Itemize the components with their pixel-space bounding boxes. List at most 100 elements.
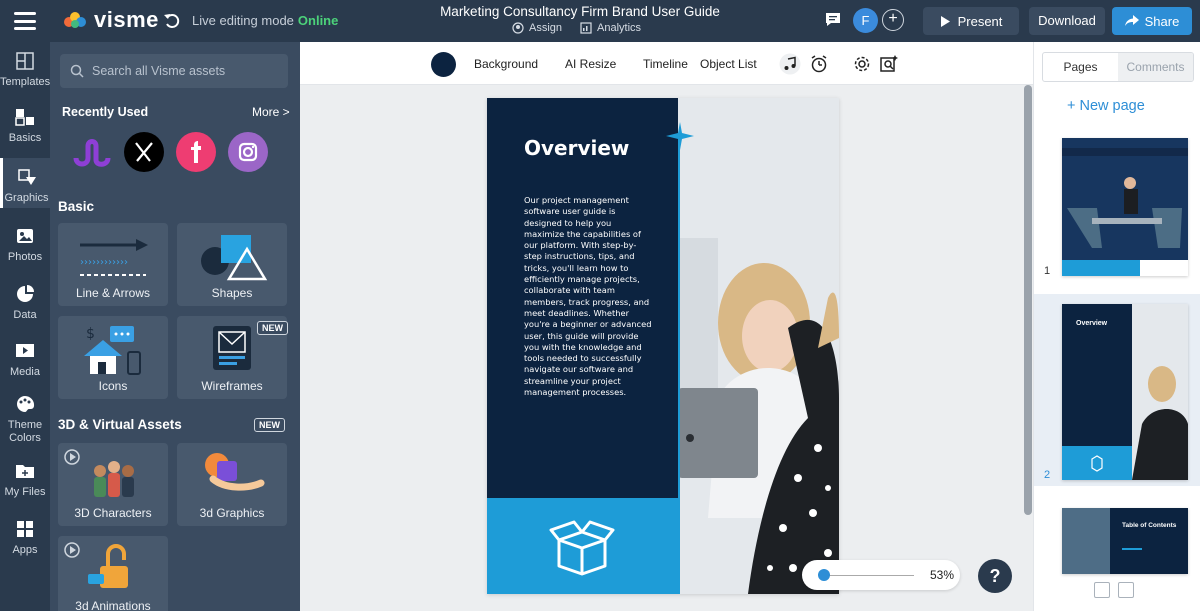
- undo-icon[interactable]: [162, 10, 182, 30]
- zoom-slider-handle[interactable]: [818, 569, 830, 581]
- line-arrows-icon: ››››››››››››: [80, 239, 148, 276]
- share-label: Share: [1144, 13, 1180, 29]
- nav-apps[interactable]: Apps: [0, 520, 50, 560]
- nav-media[interactable]: Media: [0, 342, 50, 382]
- assign-button[interactable]: Assign: [512, 22, 562, 34]
- 3d-animations-tile[interactable]: 3d Animations: [58, 536, 168, 611]
- svg-text:$: $: [86, 326, 95, 342]
- tab-pages[interactable]: Pages: [1043, 53, 1118, 81]
- new-page-button[interactable]: + New page: [1067, 98, 1145, 114]
- nav-basics[interactable]: Basics: [0, 108, 50, 148]
- menu-icon[interactable]: [14, 12, 36, 30]
- user-avatar[interactable]: F: [853, 8, 878, 33]
- background-button[interactable]: Background: [474, 57, 538, 71]
- virtual-assets-title: 3D & Virtual Assets: [58, 417, 182, 432]
- add-collaborator-button[interactable]: +: [882, 9, 904, 31]
- page-thumbnail-1[interactable]: [1062, 138, 1188, 276]
- live-mode-label: Live editing mode: [192, 13, 294, 28]
- nav-templates[interactable]: Templates: [0, 52, 50, 90]
- recent-x-icon[interactable]: [124, 132, 164, 172]
- nav-my-files[interactable]: My Files: [0, 462, 50, 502]
- nav-data[interactable]: Data: [0, 285, 50, 325]
- nav-theme-colors[interactable]: Theme Colors: [0, 395, 50, 445]
- icons-label: Icons: [98, 379, 128, 393]
- present-button[interactable]: Present: [923, 7, 1019, 35]
- list-view-icon[interactable]: [1118, 582, 1134, 598]
- my-files-icon: [16, 465, 34, 478]
- analytics-button[interactable]: Analytics: [580, 22, 641, 34]
- tab-comments[interactable]: Comments: [1118, 53, 1193, 81]
- thumbnail-2-title: Overview: [1076, 320, 1108, 327]
- apps-icon: [17, 521, 33, 537]
- help-button[interactable]: ?: [978, 559, 1012, 593]
- search-input[interactable]: Search all Visme assets: [60, 54, 288, 88]
- nav-photos[interactable]: Photos: [0, 227, 50, 267]
- nav-media-label: Media: [10, 366, 40, 378]
- ai-resize-button[interactable]: AI Resize: [565, 57, 616, 71]
- visme-logo[interactable]: visme: [62, 7, 159, 33]
- nav-data-label: Data: [13, 309, 37, 321]
- search-placeholder: Search all Visme assets: [92, 64, 226, 78]
- 3d-graphics-tile[interactable]: 3d Graphics: [177, 443, 287, 526]
- wireframes-tile[interactable]: NEW Wireframes: [177, 316, 288, 399]
- 3d-characters-icon: [64, 449, 134, 497]
- assets-panel: Search all Visme assets Recently Used Mo…: [50, 42, 300, 611]
- pages-panel: Pages Comments + New page 1 Overview 2 T…: [1033, 42, 1200, 611]
- recent-stumbleupon-icon[interactable]: [72, 132, 112, 172]
- zoom-control: 53%: [802, 560, 960, 590]
- nav-basics-label: Basics: [8, 132, 42, 144]
- recent-facebook-icon[interactable]: [176, 132, 216, 172]
- page-thumbnail-3[interactable]: Table of Contents: [1062, 508, 1188, 574]
- line-arrows-label: Line & Arrows: [75, 286, 151, 300]
- assign-icon: [512, 22, 524, 34]
- chat-icon[interactable]: [825, 12, 841, 27]
- shapes-label: Shapes: [211, 286, 253, 300]
- download-button[interactable]: Download: [1029, 7, 1105, 35]
- more-link[interactable]: More >: [252, 105, 290, 119]
- page-body-text[interactable]: Our project management software user gui…: [524, 195, 652, 398]
- recent-instagram-icon[interactable]: [228, 132, 268, 172]
- recently-used-title: Recently Used: [62, 105, 149, 119]
- templates-icon: [16, 52, 34, 70]
- document-actions: Assign Analytics: [512, 22, 641, 34]
- page-heading[interactable]: Overview: [524, 136, 629, 160]
- icons-preview-icon: $: [84, 326, 141, 375]
- music-icon[interactable]: [779, 53, 801, 75]
- 3d-animations-icon: [64, 542, 128, 588]
- nav-apps-label: Apps: [12, 544, 38, 556]
- office-photo[interactable]: [678, 98, 839, 594]
- page-thumbnail-2[interactable]: Overview: [1062, 304, 1188, 480]
- timeline-button[interactable]: Timeline: [643, 57, 688, 71]
- 3d-graphics-icon: [205, 453, 265, 491]
- alarm-clock-icon[interactable]: [808, 53, 830, 75]
- assign-label: Assign: [529, 22, 563, 34]
- 3d-characters-tile[interactable]: 3D Characters: [58, 443, 168, 526]
- thumbnail-3-title: Table of Contents: [1122, 522, 1177, 529]
- document-page[interactable]: Overview Our project management software…: [487, 98, 839, 594]
- analytics-icon: [580, 22, 592, 34]
- nav-graphics[interactable]: Graphics: [0, 158, 50, 208]
- editor-canvas[interactable]: Overview Our project management software…: [300, 85, 1033, 611]
- thumbnail-1-preview: [1062, 138, 1188, 276]
- zoom-percentage: 53%: [930, 568, 955, 582]
- nav-photos-label: Photos: [7, 251, 43, 263]
- canvas-scrollbar[interactable]: [1024, 85, 1032, 515]
- icons-tile[interactable]: $ Icons: [58, 316, 168, 399]
- virtual-assets-new-badge: NEW: [254, 418, 285, 432]
- nav-templates-label: Templates: [0, 76, 51, 88]
- share-button[interactable]: Share: [1112, 7, 1192, 35]
- present-label: Present: [957, 13, 1003, 29]
- document-title[interactable]: Marketing Consultancy Firm Brand User Gu…: [420, 4, 740, 19]
- search-icon: [70, 64, 84, 78]
- background-color-swatch[interactable]: [431, 52, 456, 77]
- object-list-button[interactable]: Object List: [700, 57, 757, 71]
- zoom-slider-track[interactable]: [824, 575, 914, 576]
- settings-gear-icon[interactable]: [851, 53, 873, 75]
- theme-colors-icon: [17, 395, 35, 412]
- accent-divider-line: [678, 136, 680, 594]
- shapes-tile[interactable]: Shapes: [177, 223, 287, 306]
- team-meeting-photo: [678, 98, 839, 594]
- grid-view-icon[interactable]: [1094, 582, 1110, 598]
- magic-search-icon[interactable]: [878, 53, 900, 75]
- line-arrows-tile[interactable]: ›››››››››››› Line & Arrows: [58, 223, 168, 306]
